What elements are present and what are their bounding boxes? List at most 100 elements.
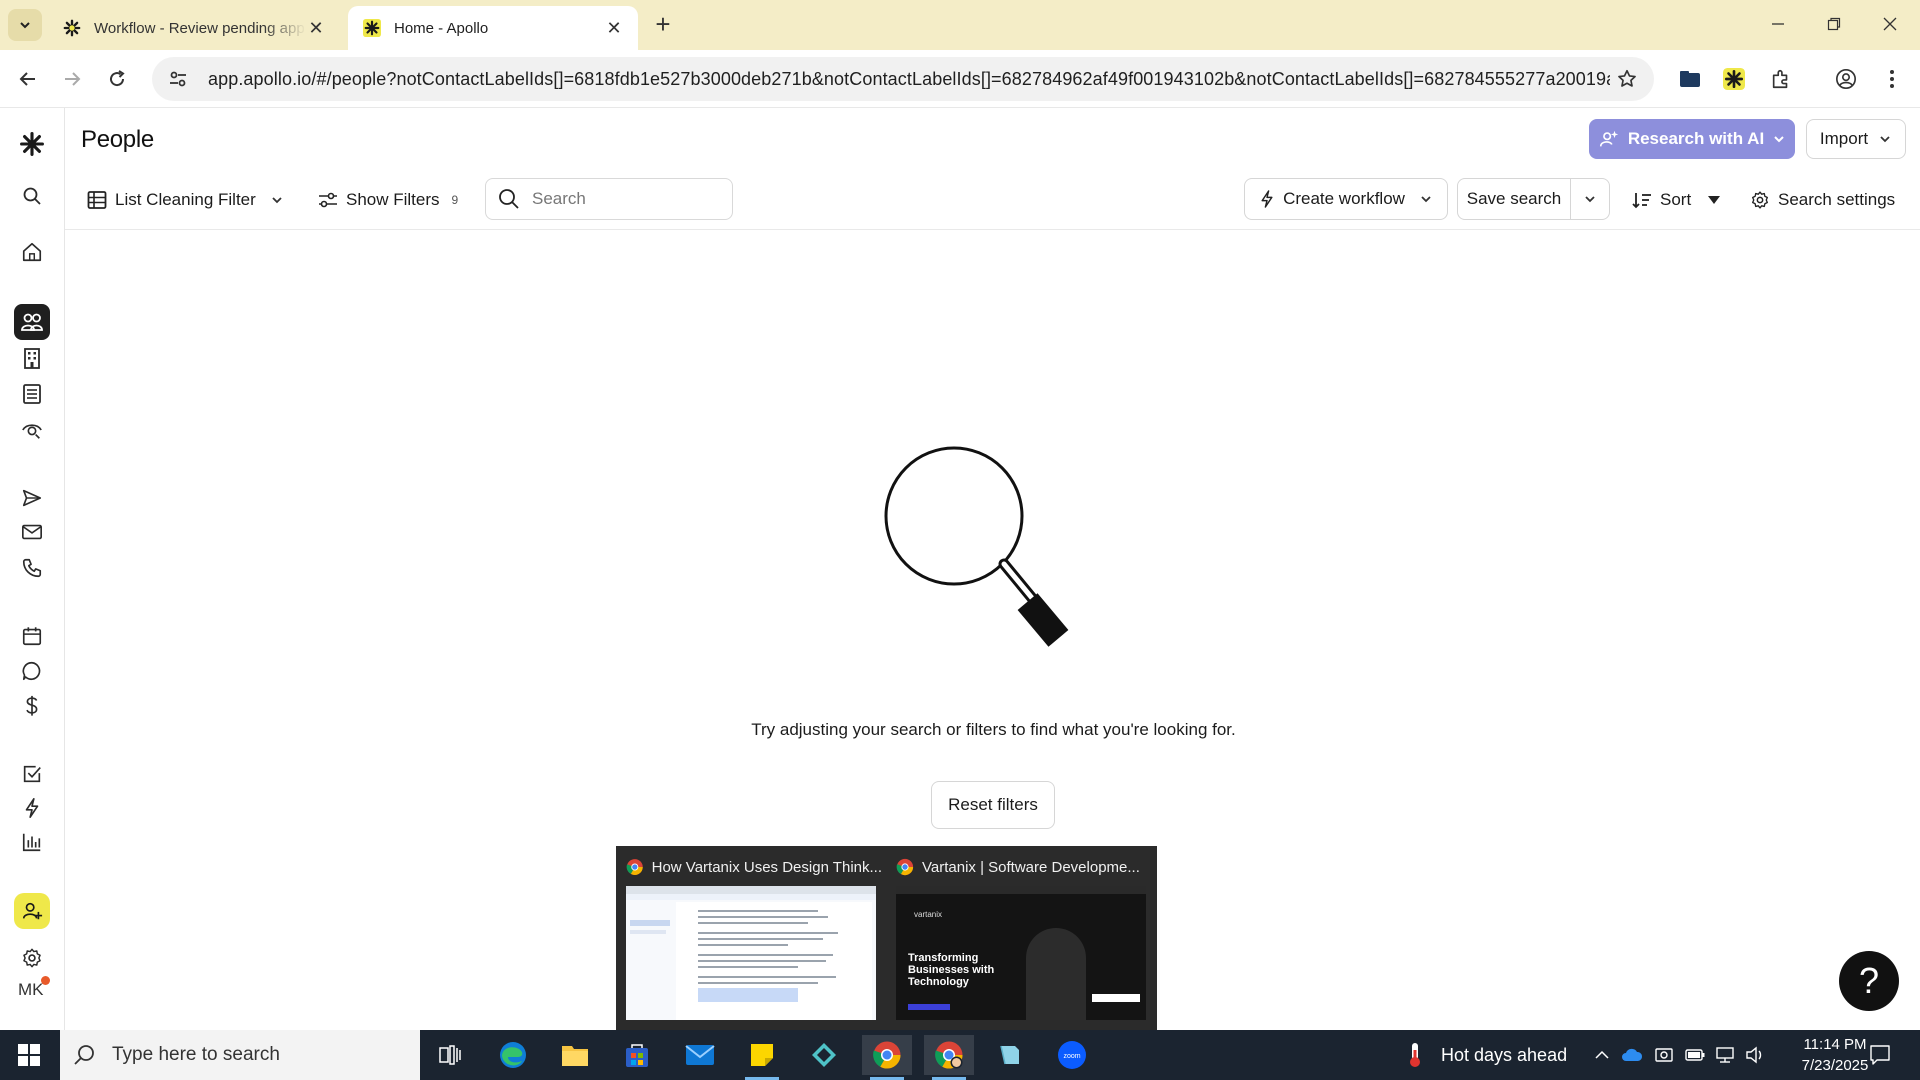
microsoft-store-icon[interactable] — [612, 1035, 662, 1075]
reload-button[interactable] — [101, 63, 133, 95]
app-notepad-icon[interactable] — [985, 1035, 1035, 1075]
filter-sliders-icon — [319, 192, 337, 208]
forward-button[interactable] — [56, 63, 88, 95]
edge-browser-icon[interactable] — [488, 1035, 538, 1075]
search-icon — [74, 1045, 94, 1065]
search-icon[interactable] — [14, 178, 50, 214]
user-avatar[interactable]: MK — [18, 980, 44, 1000]
sequences-send-icon[interactable] — [14, 480, 50, 516]
app-diamond-icon[interactable] — [799, 1035, 849, 1075]
chevron-down-icon — [1585, 196, 1595, 203]
site-info-icon[interactable] — [168, 69, 192, 89]
file-explorer-icon[interactable] — [550, 1035, 600, 1075]
filter-count-badge: 9 — [451, 193, 459, 207]
save-search-button[interactable]: Save search — [1458, 179, 1571, 219]
windows-logo-icon — [18, 1044, 40, 1066]
taskbar-search-placeholder: Type here to search — [112, 1044, 280, 1065]
conversations-chat-icon[interactable] — [14, 653, 50, 689]
thumbnail-window-1[interactable]: How Vartanix Uses Design Think... — [616, 846, 886, 1030]
home-icon[interactable] — [14, 234, 50, 270]
create-workflow-button[interactable]: Create workflow — [1244, 178, 1448, 220]
close-tab-icon[interactable]: ✕ — [604, 18, 624, 38]
tab-search-button[interactable] — [8, 9, 42, 41]
chrome-taskbar-icon[interactable] — [862, 1035, 912, 1080]
restore-window-button[interactable] — [1814, 8, 1854, 40]
tab-home-apollo[interactable]: Home - Apollo ✕ — [348, 6, 638, 50]
show-filters-button[interactable]: Show Filters 9 — [318, 180, 458, 220]
svg-text:zoom: zoom — [1063, 1053, 1080, 1060]
sort-label: Sort — [1660, 190, 1692, 209]
task-view-icon[interactable] — [425, 1035, 475, 1075]
windows-taskbar: Type here to search zoom Hot days ahead — [0, 1030, 1920, 1080]
bookmark-star-icon[interactable] — [1610, 68, 1638, 90]
sticky-notes-icon[interactable] — [737, 1035, 787, 1080]
chrome-profile-taskbar-icon[interactable] — [924, 1035, 974, 1080]
taskbar-thumbnail-popup: How Vartanix Uses Design Think... Vartan… — [616, 846, 1157, 1030]
search-settings-label: Search settings — [1778, 190, 1896, 209]
phone-icon[interactable] — [14, 550, 50, 586]
apollo-logo-icon — [62, 18, 82, 38]
import-button[interactable]: Import — [1806, 119, 1906, 159]
minimize-icon — [1772, 23, 1784, 25]
meetings-calendar-icon[interactable] — [14, 618, 50, 654]
browser-toolbar: app.apollo.io/#/people?notContactLabelId… — [0, 50, 1920, 108]
caret-down-icon — [1708, 196, 1721, 204]
zoom-icon[interactable]: zoom — [1047, 1035, 1097, 1075]
close-icon — [1883, 17, 1897, 31]
people-icon[interactable] — [14, 304, 50, 340]
list-filter-dropdown[interactable]: List Cleaning Filter — [87, 180, 284, 220]
search-input-wrapper[interactable] — [485, 178, 733, 220]
sparkle-person-icon — [1599, 130, 1618, 147]
deals-dollar-icon[interactable] — [14, 688, 50, 724]
close-tab-icon[interactable]: ✕ — [306, 18, 326, 38]
apollo-extension-icon[interactable] — [1718, 63, 1750, 95]
workflows-lightning-icon[interactable] — [14, 790, 50, 826]
thermometer-weather-icon — [1390, 1035, 1440, 1075]
chrome-menu-icon[interactable] — [1876, 63, 1908, 95]
weather-text[interactable]: Hot days ahead — [1441, 1030, 1567, 1080]
lists-icon[interactable] — [14, 376, 50, 412]
profile-icon[interactable] — [1830, 63, 1862, 95]
thumbnail-title: How Vartanix Uses Design Think... — [651, 858, 882, 876]
email-icon[interactable] — [14, 514, 50, 550]
lightning-icon — [1261, 190, 1273, 208]
tab-workflow[interactable]: Workflow - Review pending app ✕ — [48, 6, 340, 50]
settings-gear-icon[interactable] — [14, 940, 50, 976]
close-window-button[interactable] — [1870, 8, 1910, 40]
show-filters-label: Show Filters — [346, 190, 440, 209]
tab-title: Home - Apollo — [394, 19, 489, 37]
back-button[interactable] — [12, 63, 44, 95]
search-input[interactable] — [532, 189, 712, 209]
website-visitors-icon[interactable] — [14, 412, 50, 448]
reset-filters-button[interactable]: Reset filters — [931, 781, 1055, 829]
companies-building-icon[interactable] — [14, 340, 50, 376]
url-text: app.apollo.io/#/people?notContactLabelId… — [208, 68, 1610, 89]
notification-dot — [41, 976, 50, 985]
search-settings-button[interactable]: Search settings — [1750, 180, 1895, 220]
save-search-label: Save search — [1466, 189, 1562, 208]
invite-user-icon[interactable] — [14, 893, 50, 929]
extension-folder-icon[interactable] — [1674, 63, 1706, 95]
notifications-icon[interactable] — [1856, 1035, 1904, 1075]
tasks-checkbox-icon[interactable] — [14, 756, 50, 792]
preview-brand: vartanix — [914, 910, 943, 919]
save-search-menu-button[interactable] — [1571, 179, 1609, 219]
volume-icon[interactable] — [1735, 1035, 1775, 1075]
taskbar-search-box[interactable]: Type here to search — [60, 1030, 420, 1080]
analytics-chart-icon[interactable] — [14, 824, 50, 860]
new-tab-button[interactable]: + — [650, 11, 676, 38]
apollo-logo-icon[interactable] — [14, 126, 50, 162]
help-button[interactable]: ? — [1839, 951, 1899, 1011]
address-bar[interactable]: app.apollo.io/#/people?notContactLabelId… — [152, 57, 1654, 101]
start-button[interactable] — [0, 1030, 58, 1080]
thumbnail-window-2[interactable]: Vartanix | Software Developme... vartani… — [886, 846, 1156, 1030]
mail-icon[interactable] — [675, 1035, 725, 1075]
sort-dropdown[interactable]: Sort — [1632, 180, 1721, 220]
minimize-window-button[interactable] — [1758, 8, 1798, 40]
gear-icon — [1752, 191, 1768, 209]
extensions-puzzle-icon[interactable] — [1765, 63, 1797, 95]
help-question-icon: ? — [1858, 960, 1880, 1001]
research-with-ai-label: Research with AI — [1627, 129, 1765, 148]
research-with-ai-button[interactable]: Research with AI — [1589, 119, 1795, 159]
search-icon — [499, 189, 519, 209]
